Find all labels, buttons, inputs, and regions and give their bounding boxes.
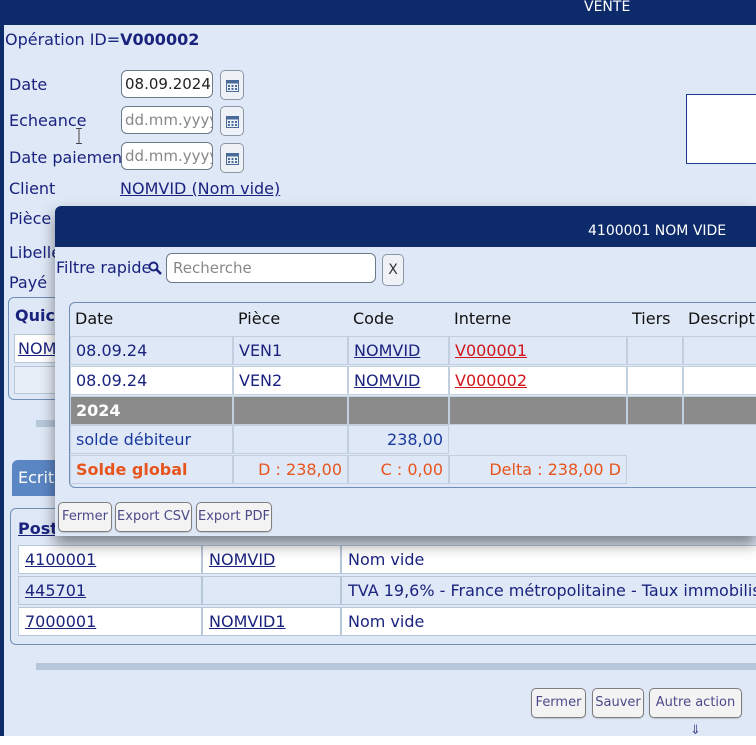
export-pdf-button[interactable]: Export PDF	[196, 502, 272, 532]
solde-global-credit: C : 0,00	[348, 455, 449, 484]
filter-label: Filtre rapide	[56, 258, 152, 277]
group-row-cell	[449, 396, 627, 425]
close-button[interactable]: Fermer	[531, 688, 586, 718]
group-row-cell	[348, 396, 449, 425]
client-link[interactable]: NOMVID (Nom vide)	[120, 179, 280, 198]
piece-label: Pièce	[9, 209, 52, 228]
echeance-calendar-button[interactable]	[220, 106, 244, 136]
entry-libelle-cell: TVA 19,6% - France métropolitaine - Taux…	[341, 576, 756, 605]
export-csv-button[interactable]: Export CSV	[115, 502, 192, 532]
date-label: Date	[9, 75, 48, 94]
row-date: 08.09.24	[70, 366, 233, 395]
clear-search-button[interactable]: X	[382, 254, 404, 286]
column-header-date: Date	[75, 309, 114, 328]
solde-global-debit: D : 238,00	[233, 455, 348, 484]
modal-title-bar: 4100001 NOM VIDE	[55, 206, 756, 247]
modal-title: 4100001 NOM VIDE	[588, 223, 727, 239]
operation-id: Opération ID=V000002	[5, 30, 200, 49]
row-code[interactable]: NOMVID	[348, 366, 449, 395]
entry-libelle-cell: Nom vide	[341, 545, 756, 574]
column-header-code: Code	[353, 309, 394, 328]
modal-close-button[interactable]: Fermer	[58, 502, 112, 532]
group-row-cell	[683, 396, 756, 425]
calendar-icon	[226, 153, 239, 165]
column-header-interne: Interne	[454, 309, 512, 328]
date-field[interactable]: 08.09.2024	[121, 70, 213, 98]
group-row-cell	[627, 396, 683, 425]
row-piece: VEN2	[233, 366, 348, 395]
entry-account-cell[interactable]: 4100001	[18, 545, 202, 574]
solde-debiteur-value: 238,00	[348, 425, 449, 454]
search-icon	[148, 261, 162, 275]
entry-libelle-cell: Nom vide	[341, 607, 756, 636]
solde-debiteur-empty	[233, 425, 348, 454]
column-header-description: Descripti	[688, 309, 756, 328]
ledger-table: Date Pièce Code Interne Tiers Descripti …	[69, 302, 756, 488]
column-header-tiers: Tiers	[632, 309, 671, 328]
row-interne[interactable]: V000002	[449, 366, 627, 395]
window-title: VENTE	[584, 0, 631, 15]
row-interne[interactable]: V000001	[449, 336, 627, 365]
row-description	[683, 366, 756, 395]
solde-global-delta: Delta : 238,00 D	[449, 455, 627, 484]
group-row-cell	[233, 396, 348, 425]
side-panel-box	[686, 94, 756, 164]
solde-global-label: Solde global	[70, 455, 233, 484]
row-tiers	[627, 366, 683, 395]
row-description	[683, 336, 756, 365]
solde-debiteur-label: solde débiteur	[70, 425, 233, 454]
row-tiers	[627, 336, 683, 365]
echeance-label: Echeance	[9, 111, 87, 130]
entry-tiers-cell[interactable]: NOMVID	[202, 545, 341, 574]
entry-account-cell[interactable]: 7000001	[18, 607, 202, 636]
group-row-year: 2024	[70, 396, 233, 425]
save-button[interactable]: Sauver	[592, 688, 644, 718]
horizontal-scrollbar[interactable]	[36, 663, 756, 670]
date-paiement-field[interactable]: dd.mm.yyyy	[121, 142, 213, 170]
operation-id-value: V000002	[120, 30, 200, 49]
entry-account-cell[interactable]: 445701	[18, 576, 202, 605]
row-code[interactable]: NOMVID	[348, 336, 449, 365]
text-cursor-icon	[76, 128, 82, 144]
calendar-icon	[226, 80, 239, 92]
client-label: Client	[9, 179, 56, 198]
entry-tiers-cell	[202, 576, 341, 605]
libelle-label: Libellé	[9, 243, 62, 262]
row-date: 08.09.24	[70, 336, 233, 365]
row-piece: VEN1	[233, 336, 348, 365]
date-paiement-label: Date paiement	[9, 148, 129, 167]
date-calendar-button[interactable]	[220, 70, 244, 100]
other-action-button[interactable]: Autre action ⇓	[649, 688, 742, 738]
title-bar: VENTE	[4, 0, 756, 25]
echeance-field[interactable]: dd.mm.yyyy	[121, 106, 213, 134]
column-header-piece: Pièce	[238, 309, 281, 328]
account-modal: 4100001 NOM VIDE Filtre rapide Recherche…	[55, 206, 756, 536]
paiement-calendar-button[interactable]	[220, 143, 244, 173]
entry-tiers-cell[interactable]: NOMVID1	[202, 607, 341, 636]
search-input[interactable]: Recherche	[166, 253, 376, 283]
calendar-icon	[226, 116, 239, 128]
paye-label: Payé	[9, 273, 48, 292]
